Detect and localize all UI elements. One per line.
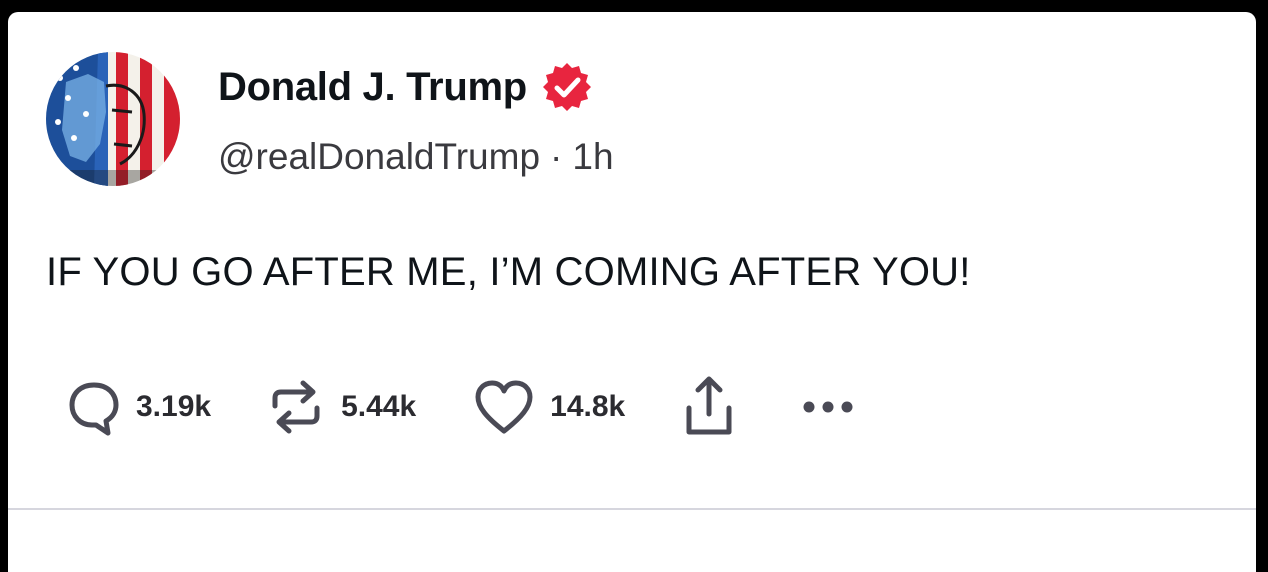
reply-count: 3.19k: [136, 390, 212, 423]
author-handle-row: @realDonaldTrump · 1h: [218, 136, 614, 178]
flag-portrait-avatar-icon: [46, 52, 180, 186]
author-name-row: Donald J. Trump: [218, 61, 593, 113]
like-button[interactable]: 14.8k: [472, 377, 625, 437]
reply-button[interactable]: 3.19k: [66, 377, 211, 437]
time-separator: ·: [550, 136, 563, 177]
repost-arrows-icon: [265, 376, 327, 438]
author-display-name[interactable]: Donald J. Trump: [218, 65, 527, 110]
more-dots-icon: [801, 397, 861, 417]
like-count: 14.8k: [550, 390, 626, 423]
author-avatar[interactable]: [46, 52, 180, 186]
verified-badge-icon: [541, 61, 593, 113]
post-card: Donald J. Trump @realDonaldTrump · 1h IF…: [8, 12, 1256, 572]
divider: [8, 508, 1256, 510]
post-timestamp[interactable]: 1h: [572, 136, 613, 178]
repost-button[interactable]: 5.44k: [265, 376, 416, 438]
repost-count: 5.44k: [341, 390, 417, 423]
heart-icon: [472, 377, 536, 437]
post-text: IF YOU GO AFTER ME, I’M COMING AFTER YOU…: [46, 250, 971, 294]
share-icon: [681, 374, 737, 440]
more-options-button[interactable]: [801, 397, 861, 417]
post-actions-bar: 3.19k 5.44k 14.8k: [66, 374, 861, 440]
share-button[interactable]: [681, 374, 737, 440]
reply-bubble-icon: [66, 377, 122, 437]
author-handle[interactable]: @realDonaldTrump: [218, 136, 540, 178]
